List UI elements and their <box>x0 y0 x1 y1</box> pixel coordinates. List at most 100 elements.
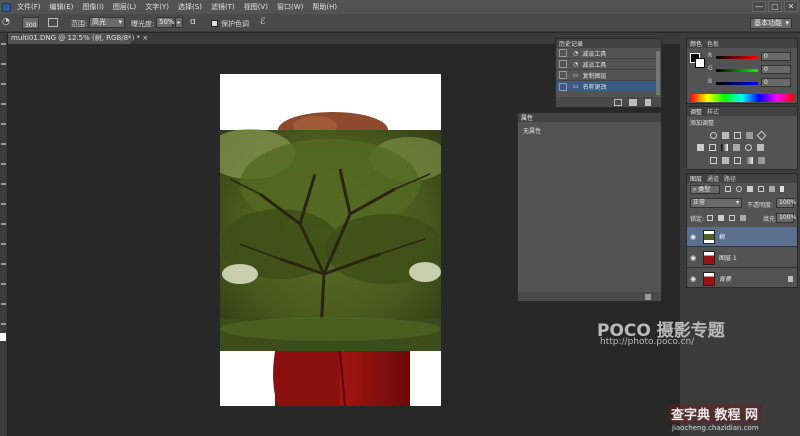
hue-saturation-icon[interactable] <box>697 144 704 151</box>
minimize-button[interactable]: — <box>752 1 766 12</box>
menu-select[interactable]: 选择(S) <box>178 2 202 12</box>
color-spectrum[interactable] <box>690 94 794 102</box>
range-select[interactable]: 高光 ▾ <box>89 17 125 28</box>
menu-window[interactable]: 窗口(W) <box>277 2 303 12</box>
tool-icon[interactable] <box>1 223 6 225</box>
invert-icon[interactable] <box>710 157 717 164</box>
shape-filter-icon[interactable] <box>758 186 764 192</box>
channel-r-slider[interactable] <box>716 56 758 59</box>
channel-mixer-icon[interactable] <box>745 144 752 151</box>
menu-file[interactable]: 文件(F) <box>17 2 41 12</box>
pixel-filter-icon[interactable] <box>725 186 731 192</box>
history-item[interactable]: ◔ 减淡工具 <box>556 59 661 70</box>
filter-toggle[interactable] <box>780 186 784 192</box>
tool-icon[interactable] <box>1 263 6 265</box>
tool-icon[interactable] <box>1 283 6 285</box>
menu-view[interactable]: 视图(V) <box>244 2 268 12</box>
exposure-input[interactable]: 50% <box>156 17 175 28</box>
workspace-select[interactable]: 基本功能 ▾ <box>750 18 792 29</box>
history-item[interactable]: ◔ 减淡工具 <box>556 48 661 59</box>
history-item-selected[interactable]: ▭ 名称更改 <box>556 81 661 92</box>
close-icon[interactable]: × <box>142 34 148 42</box>
tool-icon[interactable] <box>1 63 6 65</box>
trash-icon[interactable] <box>645 294 651 300</box>
smart-object-filter-icon[interactable] <box>769 186 775 192</box>
brightness-icon[interactable] <box>710 132 717 139</box>
color-balance-icon[interactable] <box>709 144 716 151</box>
channel-b-slider[interactable] <box>716 82 758 85</box>
tool-icon[interactable] <box>1 43 6 45</box>
tab-swatches[interactable]: 色板 <box>707 39 719 48</box>
tool-icon[interactable] <box>1 83 6 85</box>
eye-icon[interactable]: ◉ <box>687 254 699 262</box>
menu-edit[interactable]: 编辑(E) <box>50 2 74 12</box>
channel-g-value[interactable]: 0 <box>761 65 791 74</box>
document-tab[interactable]: multi01.DNG @ 12.5% (树, RGB/8*) * × <box>8 33 148 44</box>
menu-filter[interactable]: 滤镜(T) <box>211 2 235 12</box>
tab-adjustments[interactable]: 调整 <box>690 107 702 116</box>
lock-pixels-icon[interactable] <box>718 215 724 221</box>
tool-icon[interactable] <box>1 323 6 325</box>
tool-icon[interactable] <box>1 143 6 145</box>
layer-row[interactable]: ◉ 图层 1 <box>687 248 797 268</box>
curves-icon[interactable] <box>734 132 741 139</box>
new-document-icon[interactable] <box>614 99 622 106</box>
tab-channels[interactable]: 通道 <box>707 174 719 183</box>
menu-layer[interactable]: 图层(L) <box>113 2 136 12</box>
color-lookup-icon[interactable] <box>757 144 764 151</box>
channel-g-slider[interactable] <box>716 69 758 72</box>
tab-history[interactable]: 历史记录 <box>559 39 583 48</box>
brush-panel-icon[interactable] <box>48 18 58 27</box>
tab-styles[interactable]: 样式 <box>707 107 719 116</box>
brush-size-picker[interactable]: 300 <box>22 17 39 29</box>
threshold-icon[interactable] <box>734 157 741 164</box>
tab-paths[interactable]: 路径 <box>724 174 736 183</box>
tool-icon[interactable] <box>1 163 6 165</box>
close-button[interactable]: ✕ <box>784 1 798 12</box>
tab-properties[interactable]: 属性 <box>521 113 533 122</box>
layer-filter-select[interactable]: ⌕ 类型 <box>690 185 720 194</box>
lock-transparent-icon[interactable] <box>707 215 713 221</box>
pressure-icon[interactable]: ℰ <box>260 17 265 27</box>
tool-icon[interactable] <box>1 103 6 105</box>
tab-color[interactable]: 颜色 <box>690 39 702 48</box>
channel-r-value[interactable]: 0 <box>761 52 791 61</box>
history-item[interactable]: ▭ 复制图层 <box>556 70 661 81</box>
tool-icon[interactable] <box>1 203 6 205</box>
menu-help[interactable]: 帮助(H) <box>312 2 337 12</box>
photoshop-icon[interactable] <box>2 2 11 12</box>
levels-icon[interactable] <box>722 132 729 139</box>
exposure-icon[interactable] <box>746 132 753 139</box>
document-canvas[interactable] <box>220 74 441 406</box>
posterize-icon[interactable] <box>722 157 729 164</box>
eye-icon[interactable]: ◉ <box>687 275 699 283</box>
photo-filter-icon[interactable] <box>733 144 740 151</box>
background-color-swatch[interactable] <box>695 58 705 68</box>
menu-image[interactable]: 图像(I) <box>82 2 104 12</box>
lock-position-icon[interactable] <box>729 215 735 221</box>
tool-icon[interactable] <box>1 243 6 245</box>
maximize-button[interactable]: ▢ <box>768 1 782 12</box>
menu-type[interactable]: 文字(Y) <box>145 2 169 12</box>
exposure-slider-toggle[interactable]: ▸ <box>175 17 183 28</box>
protect-tone-checkbox[interactable] <box>211 20 218 27</box>
layer-row[interactable]: ◉ 背景 <box>687 269 797 288</box>
dodge-tool-icon[interactable]: ◔ <box>2 17 14 28</box>
blend-mode-select[interactable]: 正常 ▾ <box>690 198 742 208</box>
tool-icon[interactable] <box>1 303 6 305</box>
vibrance-icon[interactable] <box>756 130 767 141</box>
eye-icon[interactable]: ◉ <box>687 233 699 241</box>
trash-icon[interactable] <box>645 99 651 106</box>
tool-icon[interactable] <box>1 123 6 125</box>
tool-icon[interactable] <box>1 183 6 185</box>
opacity-input[interactable]: 100% <box>776 198 796 208</box>
foreground-color-swatch[interactable] <box>0 333 6 341</box>
scrollbar[interactable] <box>656 51 660 95</box>
layer-row[interactable]: ◉ 树 <box>687 227 797 247</box>
type-filter-icon[interactable] <box>747 186 753 192</box>
selective-color-icon[interactable] <box>758 157 765 164</box>
adjustment-filter-icon[interactable] <box>736 186 742 192</box>
airbrush-icon[interactable]: ɑ <box>190 17 196 27</box>
gradient-map-icon[interactable] <box>746 157 753 164</box>
lock-all-icon[interactable] <box>740 215 746 221</box>
